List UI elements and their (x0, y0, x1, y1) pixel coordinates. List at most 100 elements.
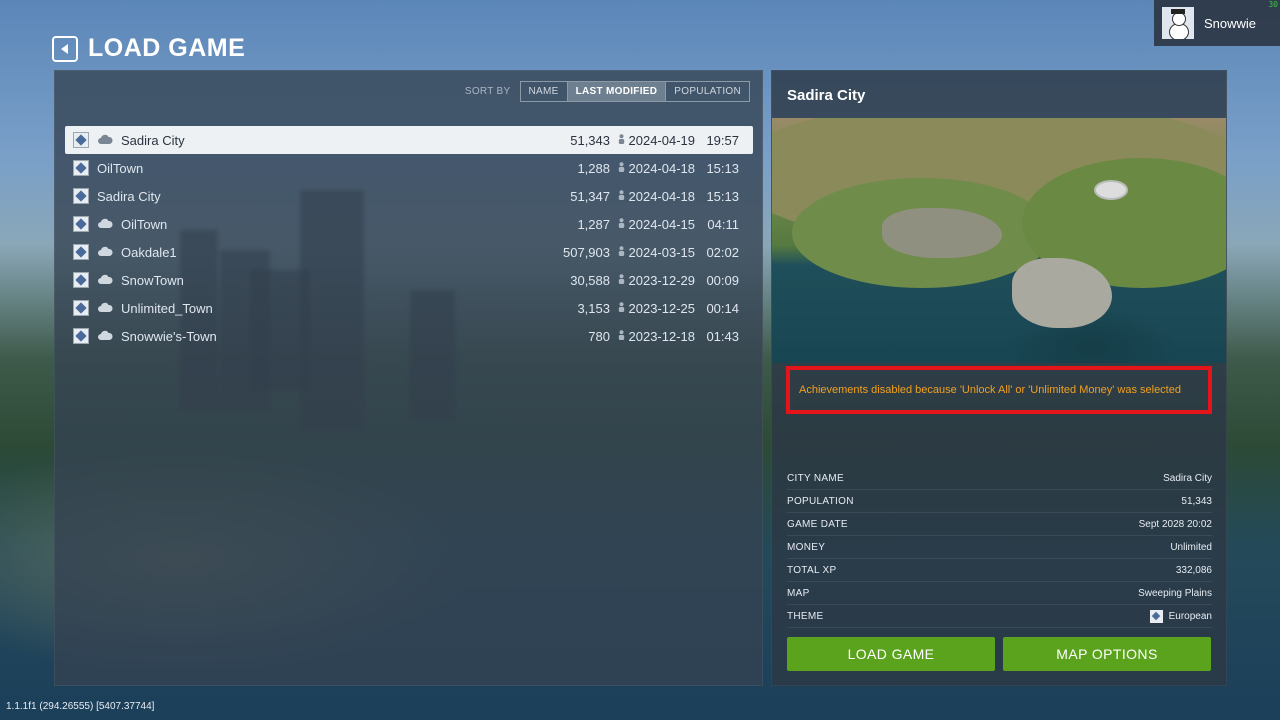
info-row-theme: THEME European (787, 605, 1212, 628)
save-row[interactable]: SnowTown 30,588 2023-12-29 00:09 (65, 266, 753, 294)
info-key: POPULATION (787, 495, 854, 507)
info-row-map: MAP Sweeping Plains (787, 582, 1212, 605)
cloud-save-icon (98, 302, 113, 312)
info-key: MONEY (787, 541, 826, 553)
back-button[interactable] (52, 35, 78, 62)
theme-icon (73, 188, 89, 204)
info-row-city-name: CITY NAME Sadira City (787, 467, 1212, 490)
theme-icon (73, 160, 89, 176)
load-game-button[interactable]: LOAD GAME (787, 637, 995, 671)
cloud-save-icon (98, 246, 113, 256)
save-detail-panel: Sadira City Achievements disabled becaus… (771, 70, 1227, 686)
theme-name: European (1168, 610, 1212, 622)
sort-name-button[interactable]: NAME (521, 82, 567, 101)
info-row-total-xp: TOTAL XP 332,086 (787, 559, 1212, 582)
save-list-panel: SORT BY NAME LAST MODIFIED POPULATION Sa… (54, 70, 763, 686)
save-row[interactable]: Oakdale1 507,903 2024-03-15 02:02 (65, 238, 753, 266)
save-name: OilTown (97, 160, 144, 176)
info-value: 332,086 (1175, 564, 1212, 576)
theme-icon (73, 216, 89, 232)
save-date: 2023-12-25 (628, 300, 696, 316)
person-icon (618, 162, 625, 172)
save-time: 00:09 (706, 272, 739, 288)
save-row[interactable]: Sadira City 51,343 2024-04-19 19:57 (65, 126, 753, 154)
person-icon (618, 190, 625, 200)
sort-population-button[interactable]: POPULATION (665, 82, 749, 101)
back-arrow-icon (61, 43, 68, 54)
theme-icon (73, 244, 89, 260)
save-time: 15:13 (706, 188, 739, 204)
theme-icon (73, 328, 89, 344)
save-time: 01:43 (706, 328, 739, 344)
theme-icon (73, 272, 89, 288)
save-population: 780 (588, 328, 610, 344)
page-header: LOAD GAME (52, 34, 245, 63)
info-key: CITY NAME (787, 472, 844, 484)
save-population: 507,903 (563, 244, 610, 260)
sort-controls: SORT BY NAME LAST MODIFIED POPULATION (465, 81, 750, 102)
person-icon (618, 330, 625, 340)
info-row-game-date: GAME DATE Sept 2028 20:02 (787, 513, 1212, 536)
save-name: Snowwie's-Town (121, 328, 217, 344)
city-info-table: CITY NAME Sadira City POPULATION 51,343 … (787, 467, 1212, 628)
achievements-warning: Achievements disabled because 'Unlock Al… (786, 366, 1212, 414)
cloud-save-icon (98, 134, 113, 144)
save-name: SnowTown (121, 272, 184, 288)
info-row-money: MONEY Unlimited (787, 536, 1212, 559)
save-time: 15:13 (706, 160, 739, 176)
save-date: 2023-12-18 (628, 328, 696, 344)
save-time: 02:02 (706, 244, 739, 260)
save-row[interactable]: OilTown 1,288 2024-04-18 15:13 (65, 154, 753, 182)
save-row[interactable]: OilTown 1,287 2024-04-15 04:11 (65, 210, 753, 238)
map-options-button[interactable]: MAP OPTIONS (1003, 637, 1211, 671)
info-key: MAP (787, 587, 810, 599)
city-preview-image (772, 118, 1226, 363)
save-name: Sadira City (121, 132, 185, 148)
save-time: 04:11 (707, 216, 739, 232)
cloud-save-icon (98, 274, 113, 284)
info-value: Sept 2028 20:02 (1138, 518, 1212, 530)
save-population: 30,588 (570, 272, 610, 288)
save-row[interactable]: Sadira City 51,347 2024-04-18 15:13 (65, 182, 753, 210)
save-date: 2024-04-18 (628, 188, 696, 204)
theme-icon (73, 300, 89, 316)
person-icon (618, 246, 625, 256)
person-icon (618, 134, 625, 144)
save-name: OilTown (121, 216, 168, 232)
save-population: 1,288 (577, 160, 610, 176)
detail-title: Sadira City (787, 87, 866, 104)
info-key: THEME (787, 610, 824, 622)
info-value: Sweeping Plains (1138, 587, 1212, 599)
save-time: 00:14 (706, 300, 739, 316)
info-row-population: POPULATION 51,343 (787, 490, 1212, 513)
save-date: 2024-04-19 (628, 132, 696, 148)
warning-text: Achievements disabled because 'Unlock Al… (799, 384, 1181, 396)
save-date: 2024-03-15 (628, 244, 696, 260)
save-name: Oakdale1 (121, 244, 177, 260)
info-value: Unlimited (1170, 541, 1212, 553)
save-row[interactable]: Unlimited_Town 3,153 2023-12-25 00:14 (65, 294, 753, 322)
theme-icon (73, 132, 89, 148)
person-icon (618, 218, 625, 228)
save-time: 19:57 (706, 132, 739, 148)
page-title: LOAD GAME (88, 34, 246, 62)
sort-last-modified-button[interactable]: LAST MODIFIED (566, 82, 666, 101)
theme-icon (1149, 609, 1163, 623)
info-key: GAME DATE (787, 518, 848, 530)
save-name: Unlimited_Town (121, 300, 213, 316)
user-name: Snowwie (1204, 15, 1257, 31)
save-row[interactable]: Snowwie's-Town 780 2023-12-18 01:43 (65, 322, 753, 350)
info-key: TOTAL XP (787, 564, 837, 576)
save-list: Sadira City 51,343 2024-04-19 19:57 OilTown 1… (65, 126, 753, 350)
cloud-save-icon (98, 218, 113, 228)
cloud-save-icon (98, 330, 113, 340)
info-value: 51,343 (1181, 495, 1212, 507)
user-profile[interactable]: Snowwie (1154, 0, 1280, 46)
person-icon (618, 302, 625, 312)
action-buttons: LOAD GAME MAP OPTIONS (787, 637, 1211, 671)
person-icon (618, 274, 625, 284)
fps-counter: 30 (1268, 0, 1278, 9)
save-date: 2023-12-29 (628, 272, 696, 288)
save-population: 1,287 (577, 216, 610, 232)
save-date: 2024-04-15 (628, 216, 696, 232)
